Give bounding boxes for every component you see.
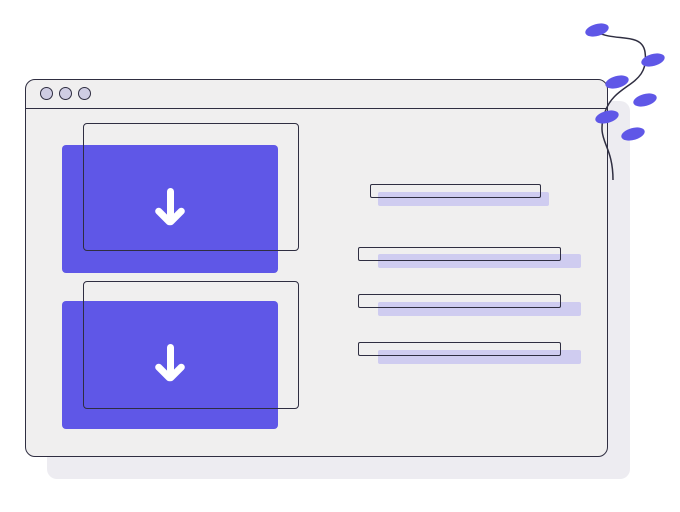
list-item[interactable]	[358, 294, 561, 308]
browser-window	[25, 79, 608, 457]
window-button[interactable]	[78, 87, 91, 100]
download-card-outline	[83, 281, 299, 409]
list-item[interactable]	[358, 342, 561, 356]
window-button[interactable]	[40, 87, 53, 100]
list-item[interactable]	[358, 247, 561, 261]
window-button[interactable]	[59, 87, 72, 100]
download-card-outline	[83, 123, 299, 251]
titlebar	[26, 80, 607, 109]
list-item[interactable]	[370, 184, 541, 198]
